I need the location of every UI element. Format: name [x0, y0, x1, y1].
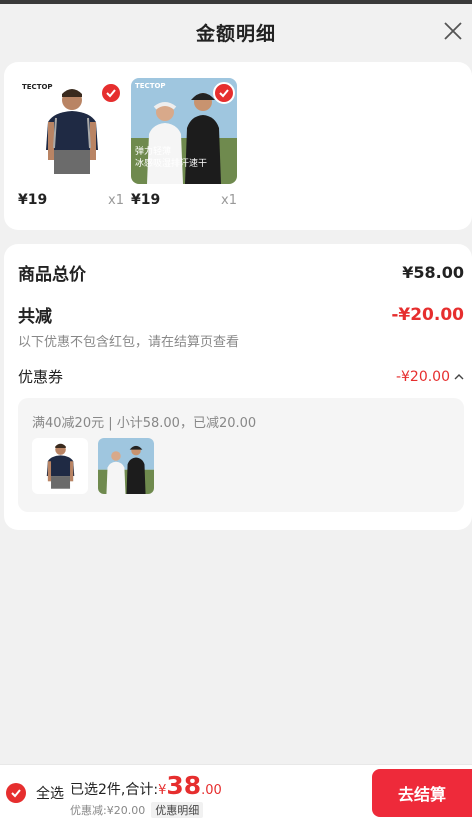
discount-note: 以下优惠不包含红包，请在结算页查看: [18, 335, 240, 350]
selected-total-prefix: 已选2件,合计:: [70, 782, 159, 798]
coupon-description: 满40减20元 | 小计58.00，已减20.00: [32, 416, 257, 431]
checkout-button[interactable]: 去结算: [372, 769, 472, 817]
overlay-text-1: 弹力轻薄: [135, 145, 171, 157]
close-button[interactable]: [440, 18, 466, 44]
coupon-product-thumb: [32, 438, 88, 494]
product-qty: x1: [108, 192, 124, 208]
sheet-title: 金额明细: [195, 22, 276, 45]
product-price: ¥19: [131, 192, 161, 208]
coupon-detail-box: 满40减20元 | 小计58.00，已减20.00: [18, 398, 464, 512]
product-item[interactable]: TECTOP ¥19 x1: [18, 78, 124, 208]
total-summary: 已选2件,合计: ¥ 38 .00: [70, 771, 222, 800]
currency-symbol: ¥: [158, 783, 167, 798]
price-summary-card: 商品总价 ¥58.00 共减 -¥20.00 以下优惠不包含红包，请在结算页查看…: [4, 244, 472, 530]
discount-text: 优惠减:¥20.00: [70, 804, 146, 817]
select-all-checkbox[interactable]: [6, 783, 26, 803]
checkout-bar: 全选 已选2件,合计: ¥ 38 .00 优惠减:¥20.00 优惠明细 去结算: [0, 764, 472, 818]
discount-detail-link[interactable]: 优惠明细: [151, 802, 204, 818]
coupon-row[interactable]: 优惠券 -¥20.00: [18, 366, 464, 387]
discount-value: -¥20.00: [391, 304, 464, 325]
product-select-checkbox[interactable]: [100, 82, 122, 104]
product-price: ¥19: [18, 192, 48, 208]
sheet-header: 金额明细: [0, 4, 472, 60]
products-card: TECTOP ¥19 x1 TECTOP 弹力轻薄 冰感吸湿排汗速干 ¥19 x…: [4, 62, 472, 230]
check-icon: [219, 89, 229, 98]
product-image[interactable]: TECTOP 弹力轻薄 冰感吸湿排汗速干: [131, 78, 237, 184]
product-photo-couple: [98, 438, 154, 494]
total-price-value: ¥58.00: [402, 263, 464, 282]
product-image[interactable]: TECTOP: [18, 78, 124, 184]
total-amount-dec: .00: [201, 783, 222, 798]
product-item[interactable]: TECTOP 弹力轻薄 冰感吸湿排汗速干 ¥19 x1: [131, 78, 237, 208]
close-icon: [444, 22, 462, 40]
select-all-label[interactable]: 全选: [36, 783, 64, 803]
coupon-label: 优惠券: [18, 368, 64, 386]
brand-logo: TECTOP: [22, 83, 53, 91]
check-icon: [106, 89, 116, 98]
brand-logo: TECTOP: [135, 82, 166, 90]
discount-label: 共减: [18, 307, 52, 327]
chevron-up-icon[interactable]: [454, 372, 464, 382]
product-photo-man: [32, 438, 88, 494]
overlay-text-2: 冰感吸湿排汗速干: [135, 157, 207, 169]
total-price-label: 商品总价: [18, 265, 86, 285]
product-qty: x1: [221, 192, 237, 208]
product-select-checkbox[interactable]: [213, 82, 235, 104]
coupon-value: -¥20.00: [395, 368, 450, 385]
check-icon: [11, 789, 21, 798]
coupon-product-thumb: [98, 438, 154, 494]
total-amount-int: 38: [166, 771, 202, 800]
